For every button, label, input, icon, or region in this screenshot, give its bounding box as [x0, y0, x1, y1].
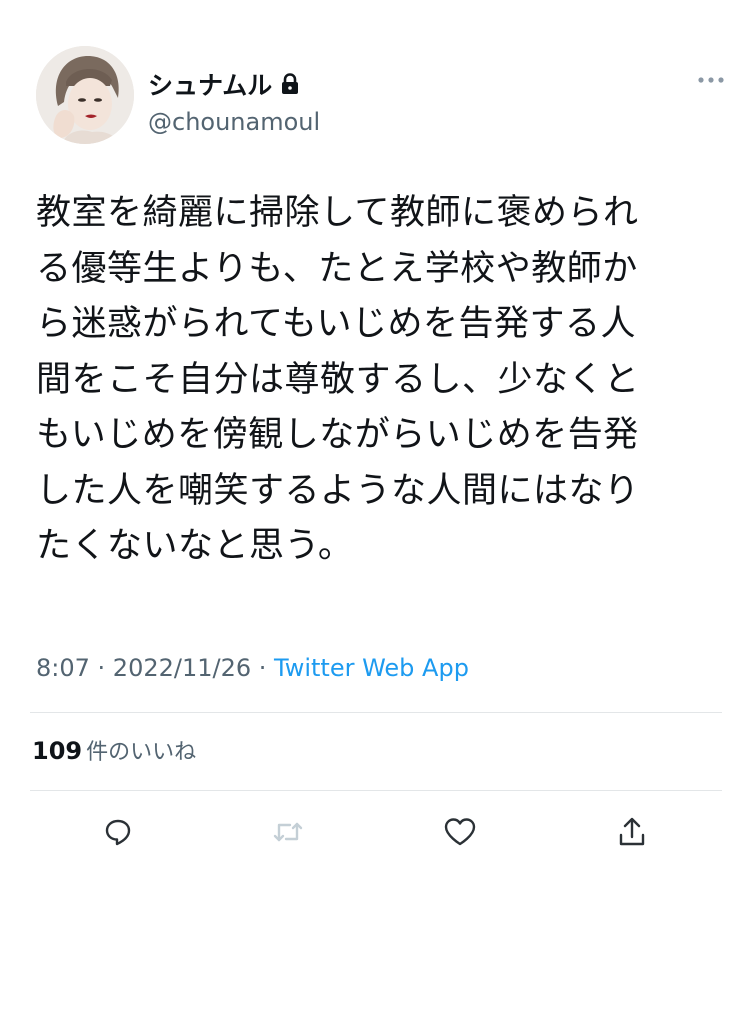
display-name[interactable]: シュナムル	[148, 66, 272, 102]
tweet-line: たくないなと思う。	[36, 526, 354, 566]
tweet-line: した人を嘲笑するような人間にはなり	[36, 470, 640, 511]
reply-button[interactable]	[96, 810, 140, 854]
tweet-header: シュナムル @chounamoul	[36, 46, 726, 146]
likes-stat[interactable]: 109 件のいいね	[32, 734, 196, 766]
tweet-line: 教室を綺麗に掃除して教師に褒められ	[36, 193, 639, 233]
tweet-line: 間をこそ自分は尊敬するし、少なくと	[36, 359, 640, 400]
display-name-row: シュナムル	[148, 66, 320, 102]
tweet-date[interactable]: 2022/11/26	[113, 654, 251, 682]
reply-icon	[105, 819, 131, 846]
user-handle[interactable]: @chounamoul	[148, 108, 320, 136]
avatar[interactable]	[36, 46, 134, 144]
meta-separator: ·	[89, 654, 113, 682]
tweet-line: もいじめを傍観しながらいじめを告発	[36, 415, 639, 455]
divider	[30, 790, 722, 791]
like-button[interactable]	[438, 810, 482, 854]
retweet-icon	[273, 822, 303, 842]
tweet-line: ら迷惑がられてもいじめを告発する人	[36, 304, 637, 344]
tweet-source[interactable]: Twitter Web App	[274, 654, 469, 682]
user-names: シュナムル @chounamoul	[148, 66, 320, 136]
action-bar	[0, 810, 754, 860]
tweet-text: 教室を綺麗に掃除して教師に褒められ る優等生よりも、たとえ学校や教師か ら迷惑が…	[36, 186, 726, 575]
avatar-illustration	[36, 46, 134, 144]
meta-separator: ·	[251, 654, 275, 682]
share-button[interactable]	[610, 810, 654, 854]
retweet-button[interactable]	[266, 810, 310, 854]
likes-count: 109	[32, 737, 83, 765]
tweet-meta: 8:07 · 2022/11/26 · Twitter Web App	[36, 654, 469, 682]
tweet-line: る優等生よりも、たとえ学校や教師か	[36, 248, 638, 289]
more-options-icon[interactable]	[696, 70, 726, 83]
share-icon	[619, 817, 645, 846]
heart-icon	[444, 818, 476, 846]
likes-label: 件のいいね	[86, 740, 197, 765]
tweet-time[interactable]: 8:07	[36, 654, 90, 682]
lock-icon	[280, 73, 300, 95]
divider	[30, 712, 722, 713]
